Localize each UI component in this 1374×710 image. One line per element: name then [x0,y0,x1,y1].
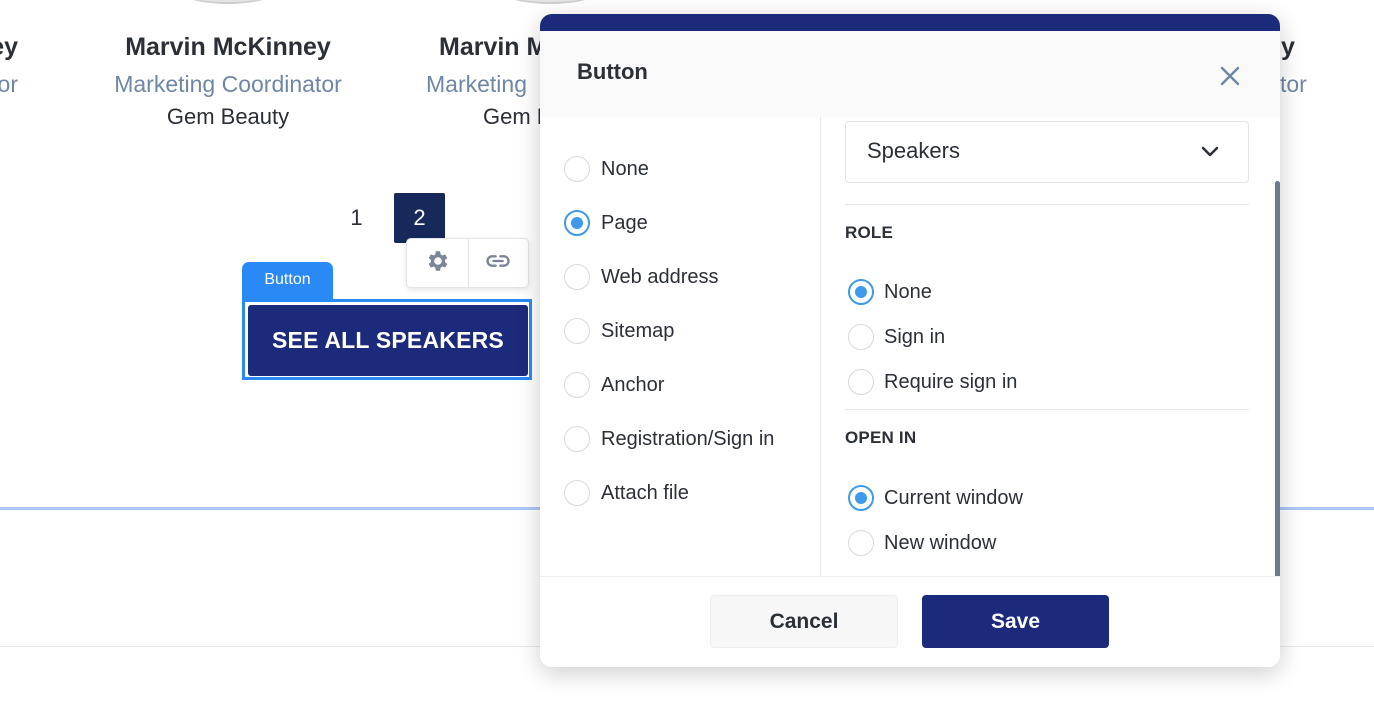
radio-label: Page [601,211,648,234]
radio-button[interactable] [564,372,590,398]
radio-label: Registration/Sign in [601,427,775,450]
chevron-down-icon [1200,144,1220,163]
speaker-card: Marvin McKinney Marketing Coordinator Ge… [98,30,358,132]
column-divider [820,117,821,591]
link-icon [484,247,512,280]
element-type-tag: Button [242,262,333,300]
gear-icon [424,248,450,279]
speaker-name: y [1281,33,1295,61]
radio-label: Anchor [601,373,665,396]
speaker-role: tor [1280,71,1307,97]
avatar [500,0,600,4]
save-button[interactable]: Save [922,595,1109,648]
speaker-name: Marvin McKinney [125,33,331,61]
speaker-card: y tor [1280,30,1307,102]
page-1-button[interactable]: 1 [331,193,382,243]
radio-label: Sitemap [601,319,675,342]
radio-button[interactable] [564,426,590,452]
role-section-label: ROLE [845,223,894,242]
element-toolbar [406,238,529,288]
avatar [178,0,278,4]
button-link-dialog: Button None Page Web address Sitemap Anc… [540,14,1280,667]
close-button[interactable] [1216,62,1244,90]
page-select[interactable]: Speakers [845,121,1249,183]
radio-button[interactable] [564,156,590,182]
speaker-role: tor [0,71,18,97]
speaker-role: Marketing Coordinator [114,71,342,97]
speaker-card: Marvin M Marketing Gem B [426,30,551,132]
role-none[interactable]: None [848,279,932,305]
link-type-anchor[interactable]: Anchor [564,372,664,398]
radio-button[interactable] [564,480,590,506]
radio-label: New window [884,531,997,554]
radio-label: None [601,157,649,180]
radio-label: Web address [601,265,719,288]
speaker-name: Marvin M [439,33,548,61]
speaker-role: Marketing [426,71,527,97]
cancel-button[interactable]: Cancel [710,595,898,648]
close-icon [1216,66,1244,94]
link-button[interactable] [467,239,529,287]
radio-button[interactable] [848,279,874,305]
dialog-header: Button [540,31,1280,117]
speaker-company: Gem Beauty [166,104,290,129]
divider [845,204,1249,205]
radio-label: Sign in [884,325,946,348]
open-in-section-label: OPEN IN [845,428,917,447]
dialog-title: Button [577,59,648,84]
page-2-button[interactable]: 2 [394,193,445,243]
open-in-current-window[interactable]: Current window [848,485,1023,511]
radio-button[interactable] [564,318,590,344]
radio-button[interactable] [848,324,874,350]
divider [845,409,1249,410]
scrollbar[interactable] [1275,181,1280,593]
radio-button[interactable] [564,264,590,290]
dialog-footer: Cancel Save [540,576,1280,667]
page-select-value: Speakers [867,138,960,163]
link-type-none[interactable]: None [564,156,649,182]
link-type-sitemap[interactable]: Sitemap [564,318,674,344]
see-all-speakers-button[interactable]: SEE ALL SPEAKERS [248,305,528,376]
radio-button[interactable] [848,369,874,395]
settings-button[interactable] [407,239,468,287]
radio-button[interactable] [848,530,874,556]
link-type-registration[interactable]: Registration/Sign in [564,426,774,452]
link-type-attach-file[interactable]: Attach file [564,480,689,506]
role-sign-in[interactable]: Sign in [848,324,945,350]
radio-button[interactable] [564,210,590,236]
radio-button[interactable] [848,485,874,511]
speaker-name: ey [0,33,18,61]
radio-label: None [884,280,932,303]
open-in-new-window[interactable]: New window [848,530,996,556]
link-type-page[interactable]: Page [564,210,648,236]
link-type-web-address[interactable]: Web address [564,264,718,290]
role-require-sign-in[interactable]: Require sign in [848,369,1017,395]
radio-label: Require sign in [884,370,1018,393]
radio-label: Attach file [601,481,689,504]
radio-label: Current window [884,486,1023,509]
speaker-card: ey tor [0,30,18,102]
